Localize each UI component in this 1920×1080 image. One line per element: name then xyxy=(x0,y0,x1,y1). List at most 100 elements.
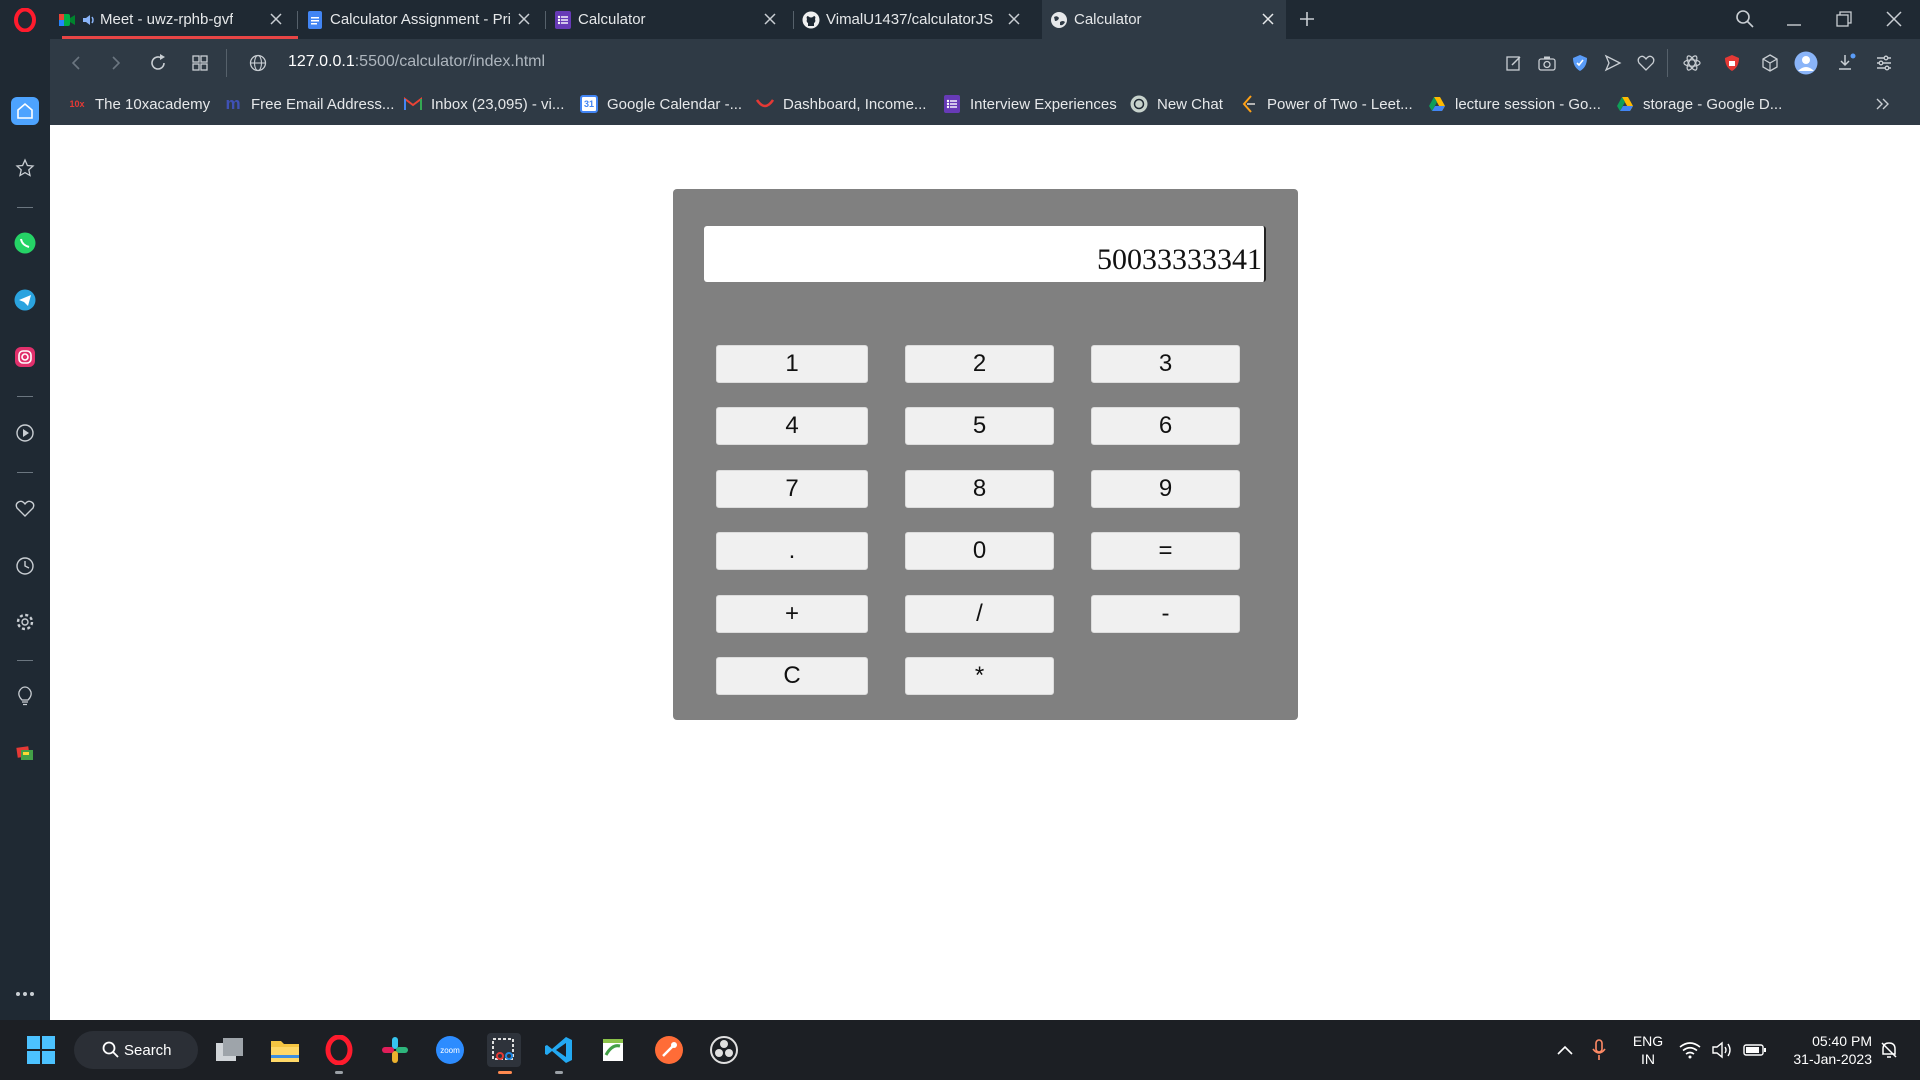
calculator-display[interactable]: 50033333341 xyxy=(704,226,1266,282)
key-6[interactable]: 6 xyxy=(1091,407,1240,445)
microphone-icon[interactable] xyxy=(1582,1033,1616,1067)
vscode-icon[interactable] xyxy=(542,1033,576,1067)
speaker-icon[interactable] xyxy=(82,11,96,29)
tab-separator xyxy=(545,11,546,29)
key-4[interactable]: 4 xyxy=(716,407,868,445)
notifications-icon[interactable] xyxy=(1874,1033,1904,1067)
tab-github[interactable]: VimalU1437/calculatorJS xyxy=(802,0,1036,39)
more-options-icon[interactable] xyxy=(11,980,39,1008)
zoom-icon[interactable]: zoom xyxy=(433,1033,467,1067)
close-tab-icon[interactable] xyxy=(1006,11,1022,27)
close-tab-icon[interactable] xyxy=(1260,11,1276,27)
postman-icon[interactable] xyxy=(652,1033,686,1067)
close-tab-icon[interactable] xyxy=(516,11,532,27)
settings-gear-icon[interactable] xyxy=(11,608,39,636)
key-equals[interactable]: = xyxy=(1091,532,1240,570)
wifi-icon[interactable] xyxy=(1677,1033,1703,1067)
taskbar-search[interactable]: Search xyxy=(74,1031,198,1069)
key-decimal[interactable]: . xyxy=(716,532,868,570)
search-tabs-icon[interactable] xyxy=(1728,4,1762,34)
key-1[interactable]: 1 xyxy=(716,345,868,383)
bookmark-inbox[interactable]: Inbox (23,095) - vi... xyxy=(404,87,564,121)
language-indicator[interactable]: ENG IN xyxy=(1622,1032,1674,1068)
tab-calculator-form[interactable]: Calculator xyxy=(554,0,794,39)
extension-atom-icon[interactable] xyxy=(1680,51,1704,75)
bookmark-storage-drive[interactable]: storage - Google D... xyxy=(1616,87,1782,121)
downloads-icon[interactable] xyxy=(1834,51,1858,75)
tray-chevron-up-icon[interactable] xyxy=(1548,1033,1582,1067)
url-field[interactable]: 127.0.0.1:5500/calculator/index.html xyxy=(288,53,545,71)
bookmarks-overflow-icon[interactable] xyxy=(1875,87,1891,121)
bookmark-new-chat[interactable]: New Chat xyxy=(1130,87,1223,121)
forward-icon[interactable] xyxy=(104,51,128,75)
close-tab-icon[interactable] xyxy=(268,11,284,27)
restore-icon[interactable] xyxy=(1827,4,1861,34)
reload-icon[interactable] xyxy=(146,51,170,75)
key-clear[interactable]: C xyxy=(716,657,868,695)
whatsapp-icon[interactable] xyxy=(11,229,39,257)
camera-icon[interactable] xyxy=(1535,51,1559,75)
pinboard-heart-icon[interactable] xyxy=(11,495,39,523)
key-8[interactable]: 8 xyxy=(905,470,1054,508)
key-7[interactable]: 7 xyxy=(716,470,868,508)
close-window-icon[interactable] xyxy=(1877,4,1911,34)
file-explorer-icon[interactable] xyxy=(268,1033,302,1067)
opera-taskbar-icon[interactable] xyxy=(322,1033,356,1067)
lightbulb-icon[interactable] xyxy=(11,682,39,710)
key-minus[interactable]: - xyxy=(1091,595,1240,633)
notepad-plus-icon[interactable] xyxy=(597,1033,631,1067)
bookmark-free-email[interactable]: m Free Email Address... xyxy=(224,87,394,121)
profile-avatar-icon[interactable] xyxy=(1794,51,1818,75)
back-icon[interactable] xyxy=(64,51,88,75)
key-5[interactable]: 5 xyxy=(905,407,1054,445)
snapshot-edit-icon[interactable] xyxy=(1502,51,1526,75)
battery-icon[interactable] xyxy=(1740,1033,1770,1067)
speed-dial-star-icon[interactable] xyxy=(11,154,39,182)
bookmark-10xacademy[interactable]: 10x The 10xacademy xyxy=(68,87,210,121)
tab-calculator-active[interactable]: Calculator xyxy=(1042,0,1286,39)
bookmark-interview-experiences[interactable]: Interview Experiences xyxy=(943,87,1117,121)
history-clock-icon[interactable] xyxy=(11,552,39,580)
clock[interactable]: 05:40 PM 31-Jan-2023 xyxy=(1780,1032,1872,1068)
key-plus[interactable]: + xyxy=(716,595,868,633)
player-icon[interactable] xyxy=(11,419,39,447)
snipping-tool-icon[interactable] xyxy=(487,1033,521,1067)
tab-grid-icon[interactable] xyxy=(188,51,212,75)
vpn-shield-icon[interactable] xyxy=(1568,51,1592,75)
windows-start-icon[interactable] xyxy=(24,1033,58,1067)
volume-icon[interactable] xyxy=(1710,1033,1736,1067)
extensions-cube-icon[interactable] xyxy=(1758,51,1782,75)
home-icon[interactable] xyxy=(11,97,39,125)
key-divide[interactable]: / xyxy=(905,595,1054,633)
new-tab-icon[interactable] xyxy=(1290,4,1324,34)
tab-title: Meet - uwz-rphb-gvf xyxy=(100,11,234,28)
bookmark-leetcode[interactable]: Power of Two - Leet... xyxy=(1240,87,1413,121)
close-tab-icon[interactable] xyxy=(762,11,778,27)
adblock-shield-icon[interactable] xyxy=(1720,51,1744,75)
instagram-icon[interactable] xyxy=(11,343,39,371)
key-3[interactable]: 3 xyxy=(1091,345,1240,383)
opera-logo-icon[interactable] xyxy=(10,6,40,34)
m-icon: m xyxy=(225,94,241,113)
tab-calculator-assignment[interactable]: Calculator Assignment - Pri xyxy=(306,0,542,39)
telegram-icon[interactable] xyxy=(11,286,39,314)
obs-icon[interactable] xyxy=(707,1033,741,1067)
extension-cards-icon[interactable] xyxy=(11,739,39,767)
key-2[interactable]: 2 xyxy=(905,345,1054,383)
tab-meet[interactable]: Meet - uwz-rphb-gvf xyxy=(58,0,294,39)
send-icon[interactable] xyxy=(1601,51,1625,75)
bookmark-google-calendar[interactable]: 31 Google Calendar -... xyxy=(580,87,742,121)
key-multiply[interactable]: * xyxy=(905,657,1054,695)
bookmark-label: Dashboard, Income... xyxy=(783,95,927,113)
key-0[interactable]: 0 xyxy=(905,532,1054,570)
key-9[interactable]: 9 xyxy=(1091,470,1240,508)
bookmark-lecture-session[interactable]: lecture session - Go... xyxy=(1428,87,1601,121)
language-line1: ENG xyxy=(1632,1033,1664,1049)
slack-icon[interactable] xyxy=(378,1033,412,1067)
heart-icon[interactable] xyxy=(1634,51,1658,75)
minimize-icon[interactable] xyxy=(1777,4,1811,34)
task-view-icon[interactable] xyxy=(213,1033,247,1067)
easy-setup-icon[interactable] xyxy=(1872,51,1896,75)
bookmark-dashboard[interactable]: Dashboard, Income... xyxy=(756,87,926,121)
site-info-icon[interactable] xyxy=(246,51,270,75)
